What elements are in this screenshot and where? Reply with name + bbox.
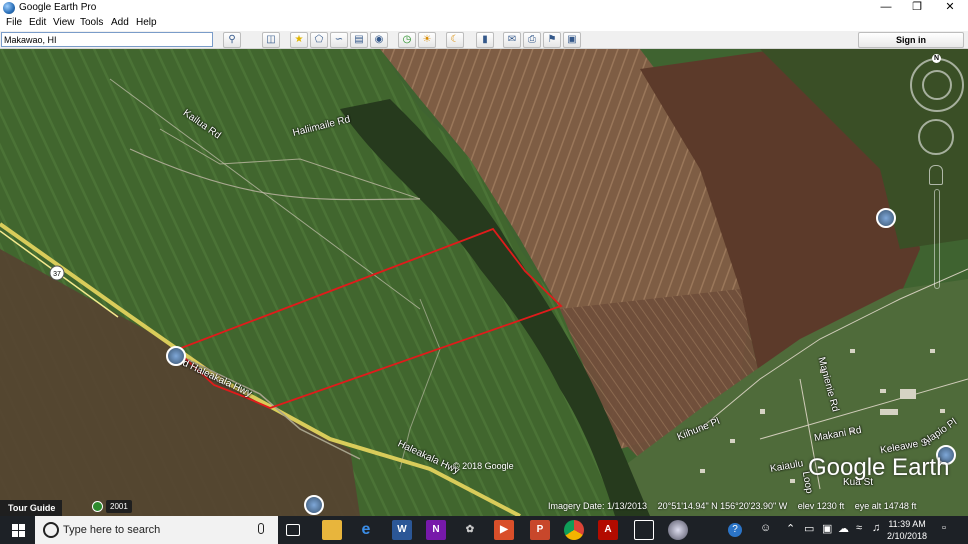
powerpoint-icon[interactable]: P: [530, 520, 550, 540]
help-icon[interactable]: ?: [728, 523, 742, 537]
menu-bar: File Edit View Tools Add Help: [0, 16, 968, 31]
record-tour-icon[interactable]: ◉: [370, 32, 388, 48]
compass-ring[interactable]: [922, 70, 952, 100]
historical-imagery-icon[interactable]: ◷: [398, 32, 416, 48]
taskbar-search-box[interactable]: Type here to search: [35, 516, 278, 544]
copyright-text: © 2018 Google: [453, 461, 514, 471]
north-indicator[interactable]: N: [932, 54, 941, 63]
eye-altitude: eye alt 14748 ft: [854, 501, 917, 511]
cloud-icon[interactable]: ☁: [838, 522, 849, 535]
ruler-icon[interactable]: ▮: [476, 32, 494, 48]
chrome-icon[interactable]: [564, 520, 584, 540]
coordinates: 20°51'14.94" N 156°20'23.90" W: [657, 501, 788, 511]
windows-start-icon[interactable]: [0, 516, 35, 544]
pegman-icon[interactable]: [929, 165, 943, 185]
drive-icon[interactable]: ▭: [804, 522, 814, 535]
year-badge[interactable]: 2001: [106, 500, 132, 513]
menu-edit[interactable]: Edit: [29, 17, 46, 28]
planets-icon[interactable]: ☾: [446, 32, 464, 48]
google-maps-icon[interactable]: ⚑: [543, 32, 561, 48]
elevation: elev 1230 ft: [797, 501, 845, 511]
menu-tools[interactable]: Tools: [80, 17, 103, 28]
restore-button[interactable]: ❐: [901, 0, 933, 16]
status-bar: Imagery Date: 1/13/2013 20°51'14.94" N 1…: [548, 501, 924, 511]
path-icon[interactable]: ∽: [330, 32, 348, 48]
map-view[interactable]: 37 Kailua Rd Haliimaile Rd Old Haleakala…: [0, 49, 968, 516]
cortana-icon: [43, 522, 59, 538]
close-button[interactable]: ✕: [934, 0, 966, 16]
window-title: Google Earth Pro: [19, 2, 97, 13]
menu-view[interactable]: View: [53, 17, 75, 28]
minimize-button[interactable]: —: [870, 0, 902, 16]
photo-sphere-icon[interactable]: [304, 495, 324, 515]
people-icon[interactable]: ☺: [760, 522, 771, 534]
zoom-slider[interactable]: [934, 189, 940, 289]
clock-icon[interactable]: [92, 501, 103, 512]
wifi-icon[interactable]: ≈: [856, 522, 862, 534]
menu-help[interactable]: Help: [136, 17, 157, 28]
network-icon[interactable]: ▣: [822, 522, 832, 535]
notifications-icon[interactable]: ▫: [942, 522, 946, 534]
toolbar: ⚲ ◫ ★ ⬠ ∽ ▤ ◉ ◷ ☀ ☾ ▮ ✉ ⎙ ⚑ ▣ Sign in: [0, 31, 968, 49]
title-bar: Google Earth Pro — ❐ ✕: [0, 0, 968, 16]
onenote-icon[interactable]: N: [426, 520, 446, 540]
clock-date: 2/10/2018: [887, 531, 928, 541]
google-earth-watermark: Google Earth: [808, 454, 950, 481]
sign-in-button[interactable]: Sign in: [858, 32, 964, 48]
image-overlay-icon[interactable]: ▤: [350, 32, 368, 48]
chevron-up-icon[interactable]: ⌃: [786, 522, 795, 535]
task-view-icon[interactable]: [286, 524, 300, 536]
polygon-icon[interactable]: ⬠: [310, 32, 328, 48]
acrobat-icon[interactable]: A: [598, 520, 618, 540]
move-joystick[interactable]: [918, 119, 954, 155]
taskbar: Type here to search e W N ✿ ▶ P A ? ☺ ⌃ …: [0, 516, 968, 544]
save-image-icon[interactable]: ▣: [563, 32, 581, 48]
file-explorer-icon[interactable]: [322, 520, 342, 540]
sunlight-icon[interactable]: ☀: [418, 32, 436, 48]
word-icon[interactable]: W: [392, 520, 412, 540]
tour-guide-tab[interactable]: Tour Guide: [0, 500, 62, 516]
game-icon[interactable]: ✿: [460, 520, 480, 540]
clock-time: 11:39 AM: [888, 519, 926, 529]
google-earth-app-icon: [3, 2, 15, 14]
email-icon[interactable]: ✉: [503, 32, 521, 48]
media-player-icon[interactable]: ▶: [494, 520, 514, 540]
menu-file[interactable]: File: [6, 17, 22, 28]
route-number: 37: [53, 271, 61, 278]
edge-icon[interactable]: e: [356, 520, 376, 540]
placemark-icon[interactable]: ★: [290, 32, 308, 48]
search-icon[interactable]: ⚲: [223, 32, 241, 48]
print-icon[interactable]: ⎙: [523, 32, 541, 48]
photo-sphere-icon[interactable]: [876, 208, 896, 228]
google-earth-icon[interactable]: [668, 520, 688, 540]
system-clock[interactable]: 11:39 AM 2/10/2018: [887, 518, 927, 542]
photos-icon[interactable]: [634, 520, 654, 540]
volume-icon[interactable]: ♫: [872, 522, 880, 534]
imagery-date: Imagery Date: 1/13/2013: [548, 501, 648, 511]
satellite-imagery: 37: [0, 49, 968, 516]
sidebar-toggle-icon[interactable]: ◫: [262, 32, 280, 48]
taskbar-search-placeholder: Type here to search: [63, 524, 161, 536]
menu-add[interactable]: Add: [111, 17, 129, 28]
search-input[interactable]: [1, 32, 213, 47]
microphone-icon[interactable]: [258, 523, 264, 534]
street-view-icon[interactable]: [166, 346, 186, 366]
